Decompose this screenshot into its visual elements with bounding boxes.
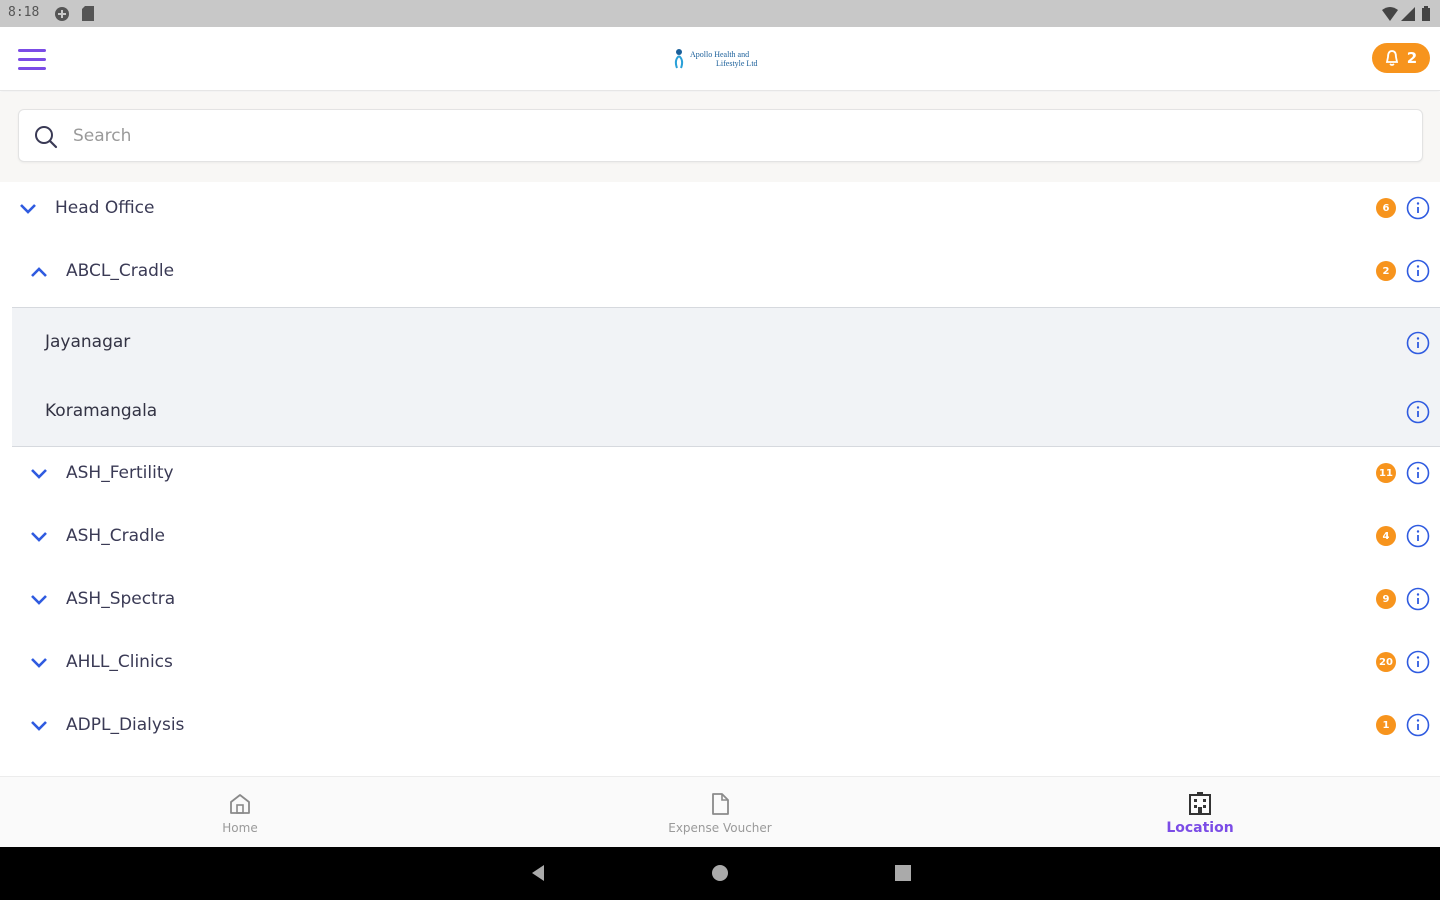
- info-icon[interactable]: [1406, 331, 1430, 355]
- chevron-down-icon[interactable]: [28, 589, 50, 611]
- bell-icon: [1385, 50, 1398, 66]
- tree-child-label: Jayanagar: [45, 332, 131, 352]
- count-badge: 11: [1376, 463, 1396, 483]
- document-icon: [712, 792, 729, 815]
- signal-icon: [1401, 6, 1415, 21]
- tree-item-adpl-dialysis[interactable]: ADPL_Dialysis 1: [0, 700, 1440, 752]
- nav-expense-voucher-label: Expense Voucher: [668, 820, 772, 835]
- count-badge: 4: [1376, 526, 1396, 546]
- info-icon[interactable]: [1406, 650, 1430, 674]
- info-icon[interactable]: [1406, 713, 1430, 737]
- info-icon[interactable]: [1406, 400, 1430, 424]
- count-badge: 6: [1376, 198, 1396, 218]
- logo-text-line2: Lifestyle Ltd: [716, 59, 758, 68]
- chevron-down-icon[interactable]: [28, 463, 50, 485]
- notification-count: 2: [1406, 49, 1418, 67]
- status-time: 8:18: [8, 5, 40, 20]
- home-circle-icon[interactable]: [710, 863, 730, 883]
- chevron-down-icon[interactable]: [28, 715, 50, 737]
- nav-home-label: Home: [222, 820, 258, 835]
- tree-item-ash-cradle[interactable]: ASH_Cradle 4: [0, 511, 1440, 563]
- info-icon[interactable]: [1406, 196, 1430, 220]
- company-logo: Apollo Health and Lifestyle Ltd: [672, 41, 768, 77]
- tree-item-label: ASH_Fertility: [66, 463, 174, 483]
- sd-card-icon: [82, 6, 94, 21]
- tree-item-label: ASH_Spectra: [66, 589, 176, 609]
- notification-button[interactable]: 2: [1372, 43, 1430, 73]
- home-icon: [230, 793, 250, 814]
- info-icon[interactable]: [1406, 524, 1430, 548]
- tree-child-label: Koramangala: [45, 401, 158, 421]
- tree-child-koramangala[interactable]: Koramangala: [12, 376, 1440, 447]
- bottom-navigation: Home Expense Voucher Location: [0, 776, 1440, 847]
- search-input[interactable]: [73, 120, 1403, 152]
- system-navigation-bar: [0, 847, 1440, 900]
- tree-child-jayanagar[interactable]: Jayanagar: [12, 307, 1440, 377]
- app-bar: Apollo Health and Lifestyle Ltd 2: [0, 27, 1440, 91]
- nav-location[interactable]: Location: [960, 777, 1440, 848]
- menu-button[interactable]: [14, 43, 50, 75]
- tree-item-abcl-cradle[interactable]: ABCL_Cradle 2: [0, 245, 1440, 299]
- count-badge: 1: [1376, 715, 1396, 735]
- battery-icon: [1422, 6, 1430, 21]
- tree-item-label: ABCL_Cradle: [66, 261, 175, 281]
- tree-item-label: Head Office: [55, 198, 155, 218]
- count-badge: 20: [1376, 652, 1396, 672]
- search-bar[interactable]: [18, 109, 1423, 162]
- nav-expense-voucher[interactable]: Expense Voucher: [480, 777, 960, 848]
- tree-item-ahll-clinics[interactable]: AHLL_Clinics 20: [0, 637, 1440, 689]
- search-icon: [33, 124, 59, 154]
- chevron-down-icon[interactable]: [28, 652, 50, 674]
- chevron-down-icon[interactable]: [17, 198, 39, 220]
- logo-text: Apollo Health and Lifestyle Ltd: [690, 50, 758, 68]
- logo-figure-icon: [674, 49, 684, 69]
- nav-home[interactable]: Home: [0, 777, 480, 848]
- recents-icon[interactable]: [893, 863, 913, 883]
- logo-text-line1: Apollo Health and: [690, 50, 750, 59]
- tree-item-label: AHLL_Clinics: [66, 652, 173, 672]
- status-bar: 8:18: [0, 0, 1440, 27]
- menu-icon-line: [18, 48, 46, 52]
- menu-icon-line: [18, 57, 46, 61]
- tree-item-head-office[interactable]: Head Office 6: [0, 183, 1440, 235]
- back-icon[interactable]: [528, 863, 548, 883]
- count-badge: 9: [1376, 589, 1396, 609]
- menu-icon-line: [18, 66, 46, 70]
- tree-item-label: ASH_Cradle: [66, 526, 165, 546]
- tree-item-label: ADPL_Dialysis: [66, 715, 185, 735]
- info-icon[interactable]: [1406, 587, 1430, 611]
- tree-item-ash-spectra[interactable]: ASH_Spectra 9: [0, 574, 1440, 626]
- vpn-icon: [54, 6, 70, 21]
- chevron-up-icon[interactable]: [28, 261, 50, 283]
- wifi-icon: [1382, 6, 1398, 21]
- tree-item-ash-fertility[interactable]: ASH_Fertility 11: [0, 448, 1440, 500]
- building-icon: [1189, 791, 1211, 815]
- chevron-down-icon[interactable]: [28, 526, 50, 548]
- info-icon[interactable]: [1406, 259, 1430, 283]
- nav-location-label: Location: [1166, 819, 1234, 836]
- info-icon[interactable]: [1406, 461, 1430, 485]
- count-badge: 2: [1376, 261, 1396, 281]
